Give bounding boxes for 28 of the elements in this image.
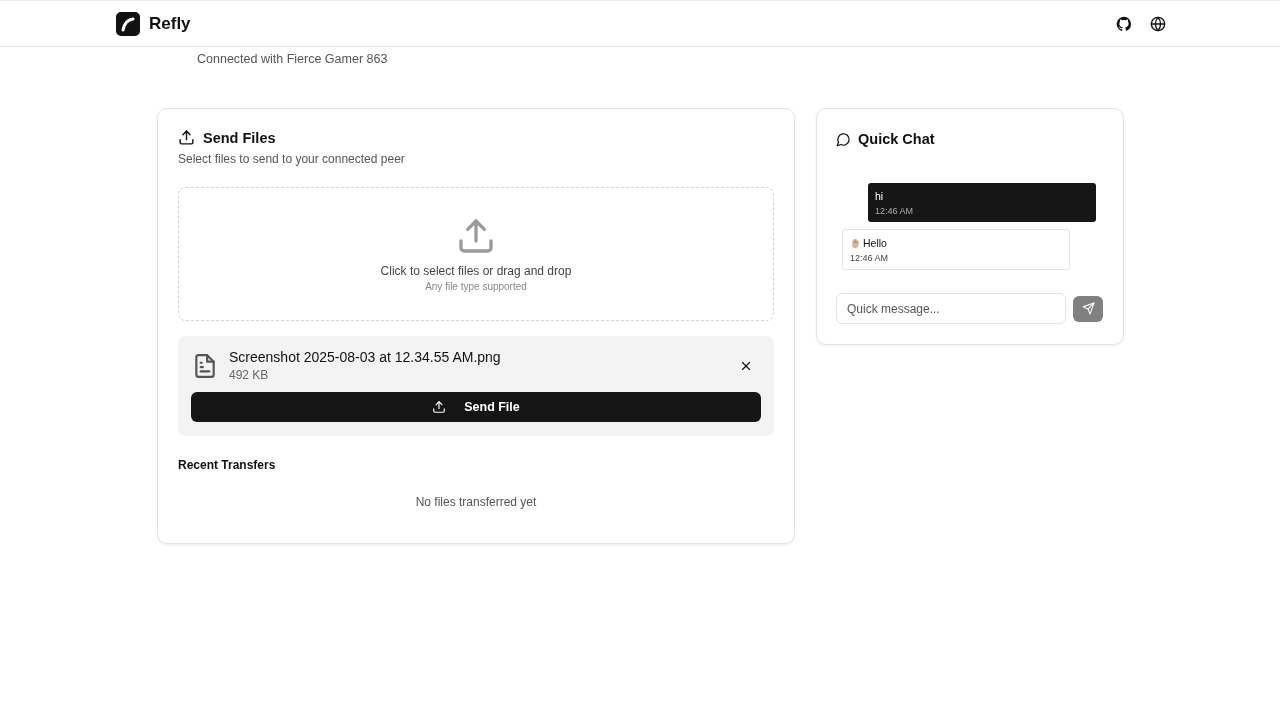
send-icon bbox=[1081, 302, 1095, 315]
drop-hint: Any file type supported bbox=[425, 281, 527, 292]
card-title: Send Files bbox=[203, 129, 276, 146]
drop-prompt: Click to select files or drag and drop bbox=[380, 264, 572, 278]
message-text: Hello bbox=[863, 237, 887, 249]
send-button[interactable] bbox=[1073, 295, 1103, 322]
document-icon bbox=[192, 352, 218, 379]
message-time: 12:46 AM bbox=[875, 206, 915, 216]
upload-icon bbox=[456, 216, 496, 256]
upload-icon bbox=[178, 129, 195, 146]
brand-name[interactable]: Refly bbox=[149, 13, 191, 34]
upload-icon bbox=[432, 400, 447, 414]
message-text: hi bbox=[875, 190, 884, 202]
message-time: 12:46 AM bbox=[850, 253, 890, 263]
connection-status: Connected with Fierce Gamer 863 bbox=[197, 52, 389, 66]
logo-icon[interactable] bbox=[116, 11, 140, 36]
file-size: 492 KB bbox=[229, 368, 270, 382]
file-name: Screenshot 2025-08-03 at 12.34.55 AM.png bbox=[229, 349, 502, 365]
send-file-button[interactable]: Send File bbox=[191, 392, 761, 422]
message-field[interactable]: Quick message... bbox=[836, 293, 1066, 324]
empty-message: No files transferred yet bbox=[414, 495, 538, 509]
globe-icon[interactable] bbox=[1150, 15, 1166, 32]
chat-bubble-icon bbox=[836, 131, 851, 147]
drop-zone[interactable]: Click to select files or drag and drop Any file type supported bbox=[178, 187, 774, 321]
card-description: Select files to send to your connected peer bbox=[178, 152, 406, 166]
github-icon[interactable] bbox=[1116, 15, 1132, 32]
card-title: Quick Chat bbox=[858, 131, 935, 147]
section-heading: Recent Transfers bbox=[178, 458, 277, 472]
